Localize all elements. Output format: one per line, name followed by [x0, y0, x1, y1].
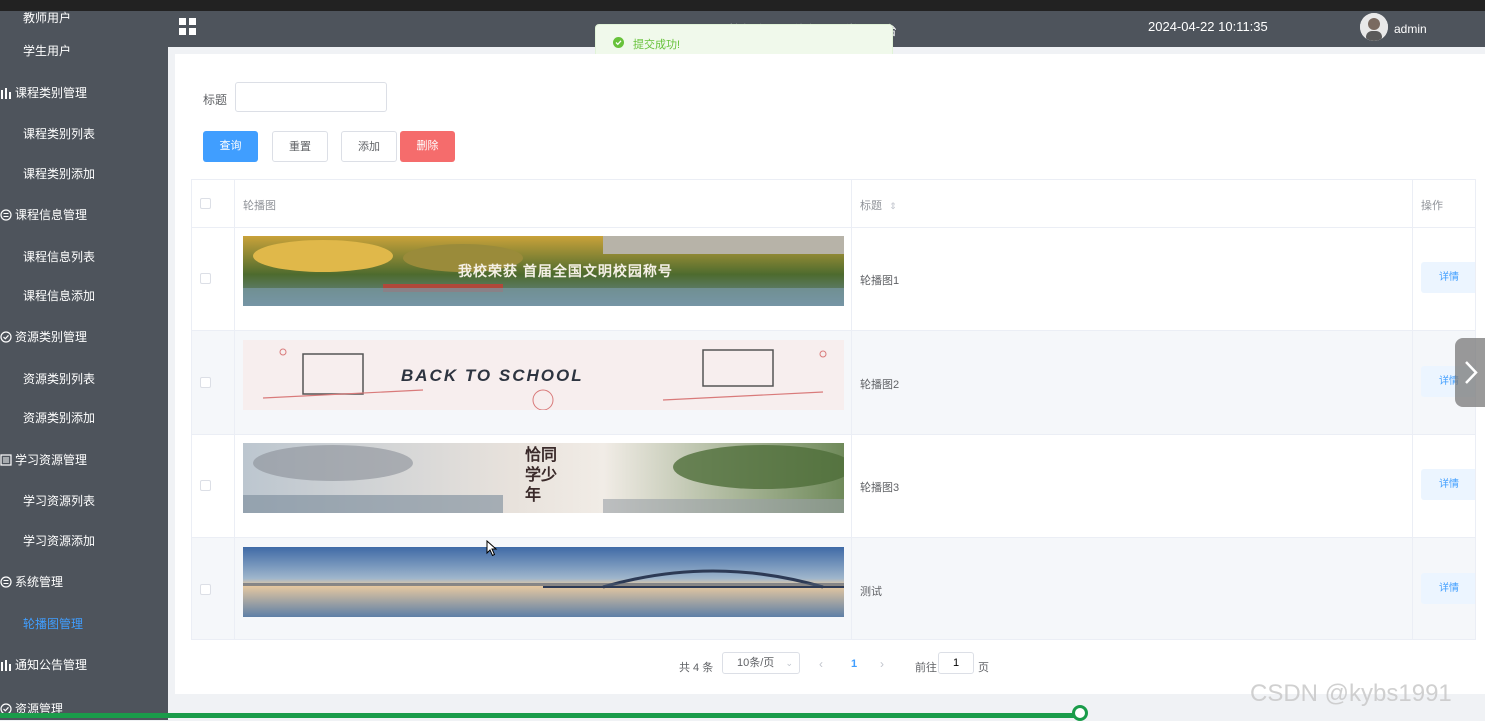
pagination: 共 4 条 10条/页 ⌄ ‹ 1 › 前往 页	[175, 652, 1485, 680]
next-slide-button[interactable]	[1455, 338, 1485, 407]
carousel-image: 恰同学少年	[243, 443, 844, 513]
row-checkbox[interactable]	[200, 273, 211, 284]
sidebar-item-resource-category-list[interactable]: 资源类别列表	[0, 361, 168, 397]
sidebar-item-carousel-management[interactable]: 轮播图管理	[0, 606, 168, 642]
video-progress-fill	[0, 713, 1080, 718]
table-row: BACK TO SCHOOL 轮播图2 详情	[192, 331, 1475, 435]
sidebar-group-system[interactable]: 系统管理	[0, 564, 168, 600]
column-divider	[234, 180, 235, 639]
row-checkbox[interactable]	[200, 480, 211, 491]
watermark: CSDN @kybs1991	[1250, 680, 1452, 707]
column-header-title[interactable]: 标题 ⇕	[860, 197, 897, 213]
sidebar-item-learning-resource-add[interactable]: 学习资源添加	[0, 523, 168, 559]
page-size-select[interactable]: 10条/页 ⌄	[722, 652, 800, 674]
delete-button[interactable]: 删除	[400, 131, 455, 162]
chevron-down-icon: ⌄	[785, 658, 793, 668]
pagination-total: 共 4 条	[679, 662, 714, 674]
sidebar-group-course-category[interactable]: 课程类别管理	[0, 75, 168, 111]
sidebar-item-resource-category-add[interactable]: 资源类别添加	[0, 400, 168, 436]
menu-circle-icon	[0, 209, 12, 221]
sidebar-item-course-info-add[interactable]: 课程信息添加	[0, 278, 168, 314]
bar-chart-icon	[1, 660, 11, 671]
table-row: 我校荣获 首届全国文明校园称号 轮播图1 详情	[192, 227, 1475, 331]
carousel-image	[243, 547, 844, 617]
goto-unit: 页	[978, 662, 989, 674]
column-divider	[1412, 180, 1413, 639]
sidebar-item-learning-resource-list[interactable]: 学习资源列表	[0, 483, 168, 519]
row-title: 轮播图3	[860, 482, 900, 494]
row-checkbox[interactable]	[200, 377, 211, 388]
sidebar-group-learning-resource[interactable]: 学习资源管理	[0, 442, 168, 478]
table-header: 轮播图 标题 ⇕ 操作	[192, 180, 1475, 228]
bar-chart-icon	[1, 88, 11, 99]
toast-message: 提交成功!	[633, 39, 681, 51]
detail-button[interactable]: 详情	[1421, 573, 1475, 604]
sidebar-group-notice[interactable]: 通知公告管理	[0, 647, 168, 683]
add-button[interactable]: 添加	[341, 131, 397, 162]
reset-button[interactable]: 重置	[272, 131, 328, 162]
goto-label: 前往	[915, 662, 937, 674]
detail-button[interactable]: 详情	[1421, 469, 1475, 500]
sidebar: 教师用户 学生用户 课程类别管理 课程类别列表 课程类别添加 课程信息管理 课程…	[0, 11, 168, 720]
search-title-input[interactable]	[235, 82, 387, 112]
column-header-ops: 操作	[1421, 200, 1443, 212]
user-avatar-icon	[1360, 13, 1388, 41]
list-icon	[0, 454, 12, 466]
page-number[interactable]: 1	[851, 658, 857, 670]
avatar[interactable]	[1360, 13, 1388, 41]
row-title: 轮播图1	[860, 275, 900, 287]
sidebar-item-student-users[interactable]: 学生用户	[0, 33, 168, 69]
sort-icon[interactable]: ⇕	[889, 201, 897, 211]
banner-caption: 我校荣获 首届全国文明校园称号	[458, 263, 673, 279]
prev-page-button[interactable]: ‹	[819, 657, 823, 671]
header-datetime: 2024-04-22 10:11:35	[1148, 19, 1268, 34]
row-title: 测试	[860, 586, 882, 598]
window-top-bar	[0, 0, 1485, 11]
video-progress-handle[interactable]	[1072, 705, 1088, 721]
success-check-icon	[613, 37, 624, 48]
column-divider	[851, 180, 852, 639]
row-title: 轮播图2	[860, 379, 900, 391]
sidebar-group-resource-category[interactable]: 资源类别管理	[0, 319, 168, 355]
menu-circle-icon	[0, 576, 12, 588]
table-row: 恰同学少年 轮播图3 详情	[192, 434, 1475, 538]
column-header-image: 轮播图	[243, 200, 276, 212]
grid-menu-icon[interactable]	[179, 18, 197, 36]
check-circle-icon	[0, 331, 12, 343]
sidebar-item-course-category-list[interactable]: 课程类别列表	[0, 116, 168, 152]
mouse-cursor-icon	[486, 540, 498, 557]
table-row: 测试 详情	[192, 538, 1475, 639]
sidebar-item-course-category-add[interactable]: 课程类别添加	[0, 156, 168, 192]
banner-caption: BACK TO SCHOOL	[401, 366, 584, 385]
carousel-table: 轮播图 标题 ⇕ 操作 我校荣获 首届全国文明校园称号 轮播图1 详情 BACK…	[191, 179, 1476, 640]
select-all-checkbox[interactable]	[200, 198, 211, 209]
sidebar-group-course-info[interactable]: 课程信息管理	[0, 197, 168, 233]
search-title-label: 标题	[203, 93, 228, 107]
carousel-image: 我校荣获 首届全国文明校园称号	[243, 236, 844, 306]
goto-page-input[interactable]	[938, 652, 974, 674]
carousel-image: BACK TO SCHOOL	[243, 340, 844, 410]
row-checkbox[interactable]	[200, 584, 211, 595]
chevron-right-icon	[1465, 361, 1478, 384]
main-content: 标题 查询 重置 添加 删除 轮播图 标题 ⇕ 操作 我校荣获 首届全国文明校园…	[175, 54, 1485, 694]
detail-button[interactable]: 详情	[1421, 262, 1475, 293]
banner-caption: 恰同学少年	[525, 445, 558, 504]
header-username[interactable]: admin	[1394, 22, 1427, 36]
query-button[interactable]: 查询	[203, 131, 258, 162]
next-page-button[interactable]: ›	[880, 657, 884, 671]
sidebar-item-course-info-list[interactable]: 课程信息列表	[0, 239, 168, 275]
